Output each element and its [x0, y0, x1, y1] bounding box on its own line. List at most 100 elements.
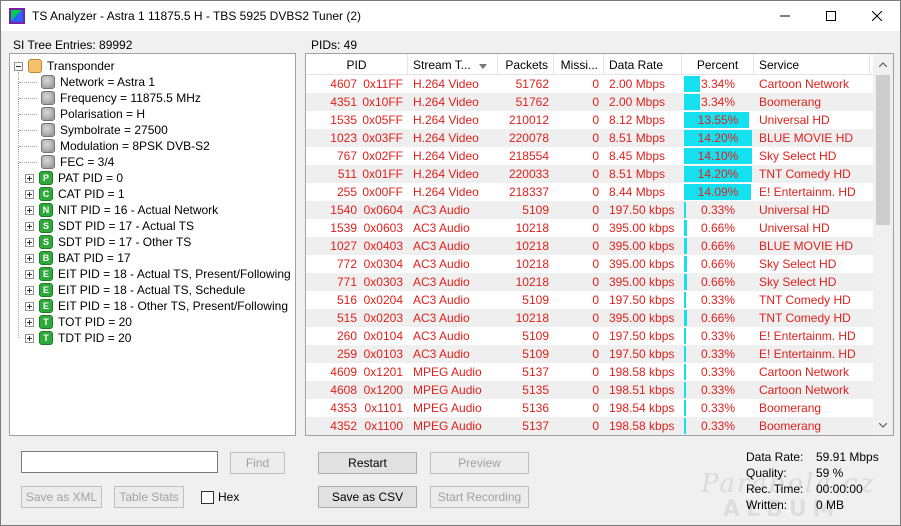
service-cell: Universal HD — [759, 113, 830, 127]
collapse-toggle[interactable] — [14, 61, 23, 71]
scroll-up-arrow[interactable] — [873, 54, 893, 74]
si-tree-header: SI Tree Entries: 89992 — [13, 38, 133, 52]
expand-toggle[interactable] — [25, 221, 34, 231]
percent-value: 14.09% — [697, 185, 739, 199]
table-row[interactable]: 4609 0x1201 MPEG Audio 5137 0 198.58 kbps 0.33… — [306, 363, 873, 381]
tree-node[interactable]: E EIT PID = 18 - Actual TS, Present/Follo… — [25, 266, 291, 282]
scroll-down-arrow[interactable] — [873, 415, 893, 435]
hex-checkbox[interactable] — [201, 491, 214, 504]
expand-toggle[interactable] — [25, 333, 34, 343]
column-header[interactable]: PID — [306, 54, 408, 75]
pid-decimal: 771 — [336, 275, 357, 289]
expand-toggle[interactable] — [25, 317, 34, 327]
maximize-button[interactable] — [808, 1, 854, 31]
table-row[interactable]: 4351 0x10FF H.264 Video 51762 0 2.00 Mbps 3.34… — [306, 93, 873, 111]
pid-decimal: 511 — [337, 167, 357, 181]
tree-node[interactable]: S SDT PID = 17 - Actual TS — [25, 218, 194, 234]
tree-node[interactable]: B BAT PID = 17 — [25, 250, 131, 266]
expand-toggle[interactable] — [25, 269, 34, 279]
column-header[interactable]: Service — [754, 54, 870, 75]
expand-toggle[interactable] — [25, 205, 34, 215]
table-row[interactable]: 255 0x00FF H.264 Video 218337 0 8.44 Mbps 14.0… — [306, 183, 873, 201]
save-csv-button[interactable]: Save as CSV — [318, 486, 417, 508]
column-header[interactable]: Packets — [498, 54, 554, 75]
column-header[interactable]: Stream T... — [408, 54, 498, 75]
pid-cell: 4607 0x11FF — [306, 75, 408, 93]
tree-node[interactable]: T TOT PID = 20 — [25, 314, 132, 330]
table-row[interactable]: 4353 0x1101 MPEG Audio 5136 0 198.54 kbps 0.33… — [306, 399, 873, 417]
restart-button[interactable]: Restart — [318, 452, 417, 474]
close-button[interactable] — [854, 1, 900, 31]
table-row[interactable]: 1023 0x03FF H.264 Video 220078 0 8.51 Mbps 14.… — [306, 129, 873, 147]
tree-connector-line — [19, 98, 37, 99]
pid-hex: 0x0304 — [363, 257, 403, 271]
table-row[interactable]: 1535 0x05FF H.264 Video 210012 0 8.12 Mbps 13.… — [306, 111, 873, 129]
si-tree[interactable]: Transponder Network = Astra 1 Frequency = … — [9, 53, 296, 436]
tree-node-label: Network = Astra 1 — [60, 75, 156, 89]
table-row[interactable]: 1539 0x0603 AC3 Audio 10218 0 395.00 kbps 0.66… — [306, 219, 873, 237]
table-row[interactable]: 4352 0x1100 MPEG Audio 5137 0 198.58 kbps 0.33… — [306, 417, 873, 435]
missing-cell: 0 — [592, 113, 599, 127]
scroll-thumb[interactable] — [876, 75, 890, 225]
table-row[interactable]: 259 0x0103 AC3 Audio 5109 0 197.50 kbps 0.33% E… — [306, 345, 873, 363]
column-header[interactable]: Missi... — [554, 54, 604, 75]
expand-toggle[interactable] — [25, 301, 34, 311]
expand-toggle[interactable] — [25, 285, 34, 295]
table-row[interactable]: 772 0x0304 AC3 Audio 10218 0 395.00 kbps 0.66%… — [306, 255, 873, 273]
tree-node[interactable]: Network = Astra 1 — [41, 74, 155, 90]
tree-node[interactable]: P PAT PID = 0 — [25, 170, 123, 186]
start-recording-button[interactable]: Start Recording — [430, 486, 529, 508]
table-row[interactable]: 260 0x0104 AC3 Audio 5109 0 197.50 kbps 0.33% E… — [306, 327, 873, 345]
table-row[interactable]: 4608 0x1200 MPEG Audio 5135 0 198.51 kbps 0.33… — [306, 381, 873, 399]
column-header[interactable]: Data Rate — [604, 54, 682, 75]
vertical-scrollbar[interactable] — [873, 54, 893, 435]
pid-hex: 0x1201 — [363, 365, 403, 379]
tree-node[interactable]: Polarisation = H — [41, 106, 145, 122]
expand-toggle[interactable] — [25, 237, 34, 247]
table-row[interactable]: 767 0x02FF H.264 Video 218554 0 8.45 Mbps 14.1… — [306, 147, 873, 165]
missing-cell: 0 — [592, 365, 599, 379]
column-header[interactable]: Percent — [682, 54, 754, 75]
table-stats-button[interactable]: Table Stats — [114, 486, 184, 508]
table-row[interactable]: 1540 0x0604 AC3 Audio 5109 0 197.50 kbps 0.33%… — [306, 201, 873, 219]
table-row[interactable]: 515 0x0203 AC3 Audio 10218 0 395.00 kbps 0.66%… — [306, 309, 873, 327]
service-cell: Cartoon Network — [759, 365, 850, 379]
tree-node[interactable]: E EIT PID = 18 - Other TS, Present/Follow… — [25, 298, 288, 314]
minimize-button[interactable] — [762, 1, 808, 31]
table-row[interactable]: 511 0x01FF H.264 Video 220033 0 8.51 Mbps 14.2… — [306, 165, 873, 183]
tree-node[interactable]: T TDT PID = 20 — [25, 330, 131, 346]
tree-node[interactable]: Frequency = 11875.5 MHz — [41, 90, 201, 106]
pid-decimal: 1540 — [330, 203, 357, 217]
expand-toggle[interactable] — [25, 189, 34, 199]
tree-node[interactable]: C CAT PID = 1 — [25, 186, 125, 202]
percent-cell: 0.66% — [682, 309, 754, 327]
search-input[interactable] — [21, 451, 218, 473]
tree-node[interactable]: Modulation = 8PSK DVB-S2 — [41, 138, 210, 154]
find-button[interactable]: Find — [230, 452, 285, 474]
table-row[interactable]: 1027 0x0403 AC3 Audio 10218 0 395.00 kbps 0.66… — [306, 237, 873, 255]
tree-node-transponder[interactable]: Transponder — [14, 58, 115, 74]
table-icon: N — [39, 203, 53, 217]
tree-node[interactable]: FEC = 3/4 — [41, 154, 114, 170]
save-xml-button[interactable]: Save as XML — [21, 486, 102, 508]
service-cell: Universal HD — [759, 221, 830, 235]
tree-node[interactable]: E EIT PID = 18 - Actual TS, Schedule — [25, 282, 245, 298]
pid-table[interactable]: PID Stream T... Packets Missi... Data Rate Pe… — [305, 53, 894, 436]
rate-cell: 8.45 Mbps — [609, 149, 666, 163]
expand-toggle[interactable] — [25, 173, 34, 183]
tree-node[interactable]: Symbolrate = 27500 — [41, 122, 168, 138]
table-row[interactable]: 4607 0x11FF H.264 Video 51762 0 2.00 Mbps 3.34… — [306, 75, 873, 93]
tree-node[interactable]: S SDT PID = 17 - Other TS — [25, 234, 191, 250]
tree-node[interactable]: N NIT PID = 16 - Actual Network — [25, 202, 218, 218]
title-bar[interactable]: TS Analyzer - Astra 1 11875.5 H - TBS 59… — [1, 1, 900, 31]
table-icon: P — [39, 171, 53, 185]
tree-connector-line — [19, 162, 37, 163]
pid-decimal: 1535 — [330, 113, 357, 127]
expand-toggle[interactable] — [25, 253, 34, 263]
table-row[interactable]: 771 0x0303 AC3 Audio 10218 0 395.00 kbps 0.66%… — [306, 273, 873, 291]
table-row[interactable]: 516 0x0204 AC3 Audio 5109 0 197.50 kbps 0.33% T… — [306, 291, 873, 309]
table-icon: T — [39, 331, 53, 345]
preview-button[interactable]: Preview — [430, 452, 529, 474]
tree-node-label: Polarisation = H — [60, 107, 146, 121]
type-cell: H.264 Video — [413, 167, 479, 181]
